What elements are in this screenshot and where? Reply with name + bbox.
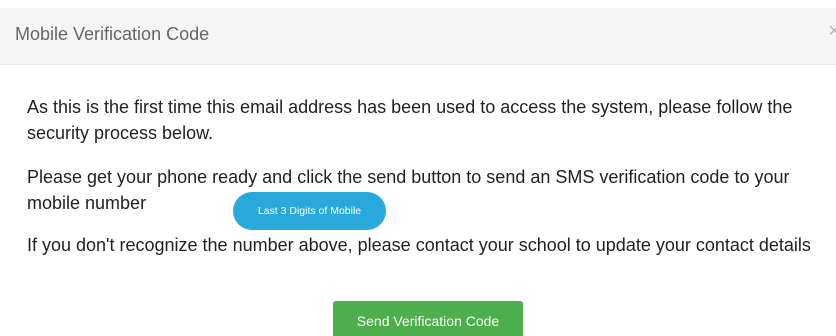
intro-paragraph: As this is the first time this email add… bbox=[27, 97, 793, 143]
contact-school-paragraph: If you don't recognize the number above,… bbox=[27, 235, 811, 255]
modal-title: Mobile Verification Code bbox=[15, 24, 210, 44]
page-top-strip bbox=[0, 0, 836, 8]
verification-modal: Mobile Verification Code × As this is th… bbox=[0, 8, 836, 336]
instructions-paragraph: Please get your phone ready and click th… bbox=[27, 167, 790, 213]
close-icon[interactable]: × bbox=[828, 21, 836, 41]
send-verification-code-button[interactable]: Send Verification Code bbox=[333, 301, 523, 336]
masked-phone-number-badge: Last 3 Digits of Mobile bbox=[233, 192, 386, 230]
modal-header: Mobile Verification Code × bbox=[0, 8, 836, 65]
